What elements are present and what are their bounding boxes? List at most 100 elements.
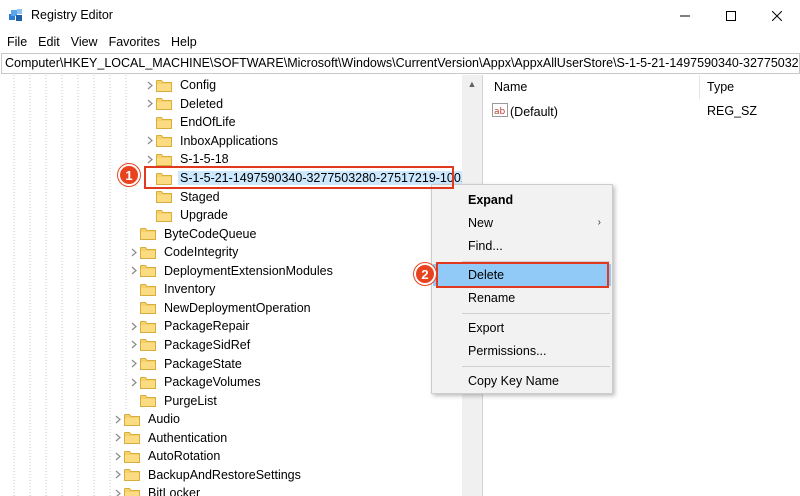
title-bar: Registry Editor <box>0 0 800 31</box>
menu-item-expand[interactable]: Expand <box>433 189 611 211</box>
string-value-icon: ab <box>492 103 508 120</box>
scroll-up-arrow-icon[interactable]: ▲ <box>462 75 482 92</box>
tree-item-label: PurgeList <box>164 393 217 408</box>
value-type: REG_SZ <box>707 104 758 118</box>
tree-item[interactable]: NewDeploymentOperation <box>128 299 313 318</box>
tree-item-label: Staged <box>180 189 220 204</box>
annotation-highlight-delete <box>436 262 609 288</box>
tree-item[interactable]: InboxApplications <box>144 132 280 151</box>
tree-item-label: CodeIntegrity <box>164 245 239 260</box>
tree-item-label: BitLocker <box>148 486 201 496</box>
folder-icon <box>124 450 140 463</box>
tree-item-label: InboxApplications <box>180 133 278 148</box>
menu-separator <box>462 313 610 314</box>
tree-item[interactable]: Upgrade <box>144 206 230 225</box>
tree-item[interactable]: DeploymentExtensionModules <box>128 262 335 281</box>
expand-chevron-icon[interactable] <box>128 336 140 354</box>
folder-icon <box>156 116 172 129</box>
minimize-button[interactable] <box>662 0 708 31</box>
menu-edit[interactable]: Edit <box>33 35 65 49</box>
menu-view[interactable]: View <box>66 35 103 49</box>
column-header-type[interactable]: Type <box>707 80 734 94</box>
minimize-icon <box>680 15 690 16</box>
tree-item[interactable]: Config <box>144 76 218 95</box>
tree-item-label: EndOfLife <box>180 115 236 130</box>
tree-item-label: Audio <box>148 412 180 427</box>
tree-item[interactable]: CodeIntegrity <box>128 243 240 262</box>
folder-icon <box>140 246 156 259</box>
tree-item[interactable]: Audio <box>112 410 182 429</box>
expand-chevron-icon[interactable] <box>128 243 140 261</box>
tree-item-label: PackageState <box>164 356 242 371</box>
menu-file[interactable]: File <box>2 35 32 49</box>
annotation-highlight-selected-key <box>144 166 454 189</box>
tree-item-label: DeploymentExtensionModules <box>164 263 333 278</box>
tree-item-label: BackupAndRestoreSettings <box>148 467 301 482</box>
expand-chevron-icon[interactable] <box>112 447 124 465</box>
tree-item[interactable]: PackageVolumes <box>128 373 263 392</box>
value-row[interactable]: ab (Default) <box>492 103 558 120</box>
folder-icon <box>156 79 172 92</box>
expand-chevron-icon[interactable] <box>144 132 156 150</box>
tree-item[interactable]: Staged <box>144 187 222 206</box>
tree-item[interactable]: EndOfLife <box>144 113 238 132</box>
key-tree-pane[interactable]: Config Deleted EndOfLife InboxApplications S… <box>0 75 483 496</box>
menu-item-copy-key-name[interactable]: Copy Key Name <box>433 370 611 392</box>
expand-chevron-icon[interactable] <box>144 76 156 94</box>
expand-chevron-icon[interactable] <box>128 317 140 335</box>
expand-chevron-icon[interactable] <box>128 355 140 373</box>
close-button[interactable] <box>754 0 800 31</box>
tree-item[interactable]: AutoRotation <box>112 447 222 466</box>
tree-item[interactable]: ByteCodeQueue <box>128 224 258 243</box>
close-icon <box>772 10 782 21</box>
expand-chevron-icon[interactable] <box>112 466 124 484</box>
menu-bar: File Edit View Favorites Help <box>0 31 800 53</box>
menu-item-find[interactable]: Find... <box>433 235 611 257</box>
tree-item-label: Config <box>180 78 217 93</box>
tree-item[interactable]: Deleted <box>144 95 225 114</box>
expand-chevron-icon[interactable] <box>144 95 156 113</box>
expand-chevron-icon[interactable] <box>128 373 140 391</box>
folder-icon <box>140 283 156 296</box>
folder-icon <box>140 264 156 278</box>
menu-favorites[interactable]: Favorites <box>104 35 165 49</box>
tree-item-label: AutoRotation <box>148 449 221 464</box>
tree-item[interactable]: Inventory <box>128 280 217 299</box>
submenu-arrow-icon: › <box>597 217 601 228</box>
tree-item-label: Authentication <box>148 430 228 445</box>
address-bar[interactable]: Computer\HKEY_LOCAL_MACHINE\SOFTWARE\Mic… <box>1 53 800 74</box>
menu-item-export[interactable]: Export <box>433 317 611 339</box>
context-menu: Expand New › Find... Delete Rename Expor… <box>431 184 613 394</box>
menu-help[interactable]: Help <box>166 35 202 49</box>
menu-item-permissions[interactable]: Permissions... <box>433 340 611 362</box>
registry-editor-icon <box>8 8 24 24</box>
tree-item[interactable]: PackageRepair <box>128 317 251 336</box>
folder-icon <box>140 338 156 352</box>
tree-item[interactable]: PurgeList <box>128 391 219 410</box>
menu-item-new[interactable]: New › <box>433 212 611 234</box>
expand-chevron-icon[interactable] <box>112 410 124 428</box>
column-header-name[interactable]: Name <box>494 80 527 94</box>
expand-chevron-icon[interactable] <box>112 429 124 447</box>
tree-item-label: Inventory <box>164 282 216 297</box>
folder-icon <box>124 431 140 445</box>
folder-icon <box>156 153 172 166</box>
tree-item-label: PackageVolumes <box>164 375 261 390</box>
tree-item[interactable]: BackupAndRestoreSettings <box>112 466 303 485</box>
maximize-icon <box>726 10 736 21</box>
expand-chevron-icon[interactable] <box>112 484 124 496</box>
tree-item[interactable]: PackageState <box>128 354 244 373</box>
maximize-button[interactable] <box>708 0 754 31</box>
menu-item-new-label: New <box>468 216 494 230</box>
column-divider[interactable] <box>699 75 700 99</box>
tree-item[interactable]: BitLocker <box>112 484 202 496</box>
expand-chevron-icon[interactable] <box>128 262 140 280</box>
tree-item[interactable]: Authentication <box>112 428 229 447</box>
tree-item[interactable]: PackageSidRef <box>128 336 252 355</box>
menu-item-rename[interactable]: Rename <box>433 287 611 309</box>
folder-icon <box>124 413 140 426</box>
